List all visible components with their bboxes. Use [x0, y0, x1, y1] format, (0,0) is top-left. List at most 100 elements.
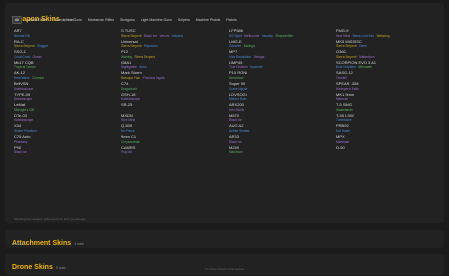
tab-submachine-guns[interactable]: Submachine Guns [51, 16, 84, 24]
skin-tag[interactable]: Dreamlow [229, 76, 243, 80]
weapon-item[interactable]: LDVSOGI Meteor Rain [229, 93, 329, 104]
weapon-item[interactable]: G8A1 Nightglaive Astro [121, 61, 221, 72]
weapon-item[interactable]: Br9VSN Kaleidoscope [14, 82, 114, 93]
weapon-item[interactable]: DTe-03 Kaleidoscope [14, 114, 114, 125]
skin-tag[interactable]: Venom [160, 34, 170, 38]
weapon-item[interactable]: T-95 LSW Turtelbaine [336, 114, 436, 125]
skin-tag[interactable]: Sierra Serpent [14, 44, 35, 48]
weapon-item[interactable]: LFP586 SG Spirit Melbourne Insanity Shapeshi… [229, 29, 329, 40]
weapon-item[interactable]: GSH-18 Kaleidoscope [121, 93, 221, 104]
weapon-item[interactable]: SPEAR .308 Wellspend Faith [336, 82, 436, 93]
weapon-item[interactable]: S TUSC Sierra Serpent Black Ice Venom Maximo [121, 29, 221, 40]
skin-tag[interactable]: Hive Mind [121, 118, 135, 122]
weapon-item[interactable]: SASG-12 Overkill [336, 71, 436, 82]
weapon-item[interactable]: P90 Black Ice [14, 146, 114, 157]
weapon-item[interactable]: MK5 MISSISC Sierra Serpent Darts [336, 40, 436, 51]
weapon-item[interactable]: ARX200 Hex Skulls [229, 103, 329, 114]
skin-tag[interactable]: Kaleidoscope [121, 97, 140, 101]
skin-tag[interactable]: Dreamscape [14, 97, 32, 101]
skin-tag[interactable]: True Division [229, 65, 247, 69]
skin-tag[interactable]: Nightglaive [121, 65, 137, 69]
skin-tag[interactable]: Midnight's Gift [14, 108, 34, 112]
skin-tag[interactable]: Hyacinth [250, 65, 262, 69]
skin-tag[interactable]: Coral Crest [14, 55, 30, 59]
tab-snipers[interactable]: Snipers [176, 16, 192, 24]
weapon-item[interactable]: FMG-9 Hive Mind Bless Lord Esc Webwing [336, 29, 436, 40]
skin-tag[interactable]: Vintage [254, 55, 265, 59]
skin-tag[interactable]: Mr Prince [121, 129, 135, 133]
skin-tag[interactable]: Darts [359, 44, 367, 48]
skin-tag[interactable]: Sierra Serpent [336, 44, 357, 48]
skin-tag[interactable]: Overkill [336, 76, 347, 80]
skin-tag[interactable]: Bless Lord Esc [353, 34, 374, 38]
skin-tag[interactable]: Crave Nipple [229, 87, 247, 91]
weapon-item[interactable]: P10 RONI Dreamlow [229, 71, 329, 82]
tab-machine-pistols[interactable]: Machine Pistols [194, 16, 223, 24]
tab-shotguns[interactable]: Shotguns [118, 16, 137, 24]
skin-tag[interactable]: Aether Shatter [229, 129, 250, 133]
weapon-item[interactable]: AR7 Neutral Gilt [14, 29, 114, 40]
skin-tag[interactable]: Dragonbait [121, 87, 137, 91]
weapon-item[interactable]: C75 Auto Phantasy [14, 135, 114, 146]
skin-tag[interactable]: Cosmos [32, 76, 44, 80]
skin-tag[interactable]: Precious Ingots [143, 76, 165, 80]
skin-tag[interactable]: Matterhorn [359, 55, 374, 59]
weapon-item[interactable]: P12 Warring Sierra Serpent [121, 50, 221, 61]
skin-tag[interactable]: Black Ice [14, 150, 27, 154]
weapon-item[interactable]: TYPE-09 Dreamscape [14, 93, 114, 104]
weapon-item[interactable]: MP7 Viva Revolution Vintage [229, 50, 329, 61]
weapon-item[interactable]: MXDN Hive Mind [121, 114, 221, 125]
weapon-item[interactable]: C74 Dragonbait [121, 82, 221, 93]
weapon-item[interactable]: SSG-1 Coral Crest Ocean [14, 50, 114, 61]
weapon-item[interactable]: PRB92 Dot Hawk [336, 124, 436, 135]
skin-tag[interactable]: Martinale [336, 140, 349, 144]
skin-tag[interactable]: Warring [121, 55, 132, 59]
weapon-item[interactable]: D-50 [336, 146, 436, 157]
skin-tag[interactable]: Melbourne [244, 34, 259, 38]
attachment-skin-item[interactable]: Dot-Grizzi [12, 242, 25, 246]
weapon-item[interactable]: 9mm C1 Chrysaoreum [121, 135, 221, 146]
skin-tag[interactable]: Raptorius [144, 44, 158, 48]
skin-tag[interactable]: Ocean [33, 55, 42, 59]
weapon-item[interactable]: AR33 Black Ice [229, 135, 329, 146]
skin-tag[interactable]: Maximum [229, 150, 243, 154]
tab-pistols[interactable]: Pistols [224, 16, 238, 24]
skin-tag[interactable]: Dot Hawk [336, 129, 350, 133]
skin-tag[interactable]: Bodega [244, 44, 255, 48]
skin-tag[interactable]: Baroque Flair [121, 76, 140, 80]
weapon-item[interactable]: Super 90 Crave Nipple [229, 82, 329, 93]
skin-tag[interactable]: Astro [139, 65, 146, 69]
skin-tag[interactable]: Wastelands [336, 108, 353, 112]
tab-all[interactable]: All [12, 16, 22, 24]
skin-tag[interactable]: Insanity [262, 34, 273, 38]
weapon-item[interactable]: Mk17 CQB Tropical Ocean [14, 61, 114, 72]
skin-tag[interactable]: Chrysaoreum [121, 140, 140, 144]
skin-tag[interactable]: Winter Phantom [14, 129, 37, 133]
skin-tag[interactable]: Meteor Rain [229, 97, 246, 101]
skin-tag[interactable]: Viva Revolution [229, 55, 251, 59]
weapon-item[interactable]: MK1 9mm Meercat [336, 93, 436, 104]
skin-tag[interactable]: Blue Dolphins [336, 65, 356, 69]
weapon-item[interactable]: Universal Sierra Serpent Raptorius [121, 40, 221, 51]
skin-tag[interactable]: Turtelbaine [336, 118, 352, 122]
skin-tag[interactable]: Slugger [37, 44, 48, 48]
skin-tag[interactable]: Maximo [172, 34, 183, 38]
weapon-item[interactable]: RA-C Sierra Serpent Slugger [14, 40, 114, 51]
skin-tag[interactable]: Hive Mind [336, 34, 350, 38]
weapon-item[interactable]: AUG A2 Aether Shatter [229, 124, 329, 135]
skin-tag[interactable]: Black Ice [144, 34, 157, 38]
skin-tag[interactable]: Meercat [336, 97, 348, 101]
weapon-item[interactable]: UMP45 True Division Hyacinth [229, 61, 329, 72]
weapon-item[interactable]: Mark Storm Baroque Flair Precious Ingots [121, 71, 221, 82]
weapon-item[interactable]: M249 Maximum [229, 146, 329, 157]
skin-tag[interactable]: Shapeshifter [275, 34, 293, 38]
weapon-item[interactable]: T-5 SMG Wastelands [336, 103, 436, 114]
tab-light-machine-guns[interactable]: Light Machine Guns [139, 16, 174, 24]
skin-tag[interactable]: Sierra Serpent [121, 44, 142, 48]
skin-tag[interactable]: Sierra Serpent [135, 55, 156, 59]
skin-tag[interactable]: Kaleidoscope [14, 118, 33, 122]
skin-tag[interactable]: Sierra Serpent [336, 55, 357, 59]
skin-tag[interactable]: Phantasy [14, 140, 27, 144]
skin-tag[interactable]: Sierra Serpent [121, 34, 142, 38]
weapon-item[interactable]: SCORPION EVO 3 A1 Blue Dolphins Aftermath [336, 61, 436, 72]
